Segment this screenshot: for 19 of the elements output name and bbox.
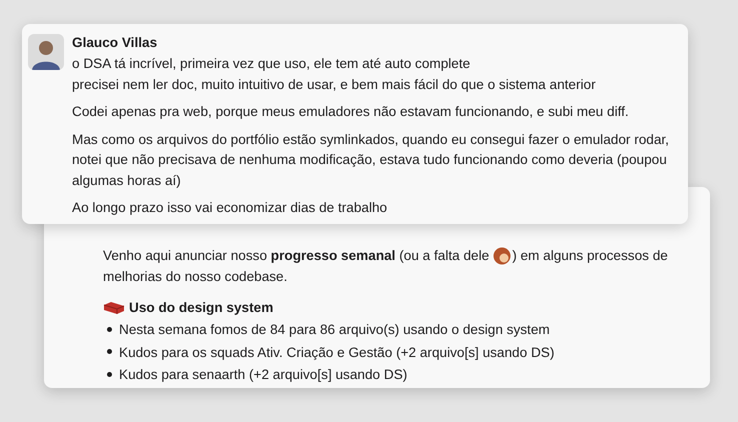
bullet-icon <box>107 349 112 354</box>
message-text: melhorias do nosso codebase. <box>103 269 288 284</box>
list-item: Kudos para senaarth (+2 arquivo[s] usando DS) <box>119 367 408 382</box>
bullet-icon <box>107 326 112 332</box>
emoji-icon <box>493 246 512 264</box>
message-text: ) em alguns processos de <box>512 247 668 265</box>
message-text: Venho aqui anunciar nosso progresso semanal (ou a falta dele <box>103 247 490 265</box>
brick-icon <box>103 301 125 315</box>
section-title: Uso do design system <box>129 299 274 317</box>
message-text: Ao longo prazo isso vai economizar dias de trabalho <box>72 199 388 218</box>
list-item: Kudos para os squads Ativ. Criação e Gestão (+2 arquivo[s] usando DS) <box>119 344 554 360</box>
avatar <box>28 34 64 70</box>
message-text: Mas como os arquivos do portfólio estão symlinkados, quando eu consegui fazer o emulador rodar, notei que não precisava de nenhuma modificação, estava tudo funcionando como deveria (poupou algumas horas aí) <box>72 130 670 190</box>
message-text: o DSA tá incrível, primeira vez que uso, ele tem até auto complete <box>72 55 472 74</box>
list-item: Nesta semana fomos de 84 para 86 arquivo(s) usando o design system <box>119 322 550 337</box>
message-text: precisei nem ler doc, muito intuitivo de usar, e bem mais fácil do que o sistema anterior <box>72 76 597 94</box>
author-name: Glauco Villas <box>72 34 158 52</box>
bullet-icon <box>107 372 112 377</box>
message-text: Codei apenas pra web, porque meus emuladores não estavam funcionando, e subi meu diff. <box>72 103 630 122</box>
